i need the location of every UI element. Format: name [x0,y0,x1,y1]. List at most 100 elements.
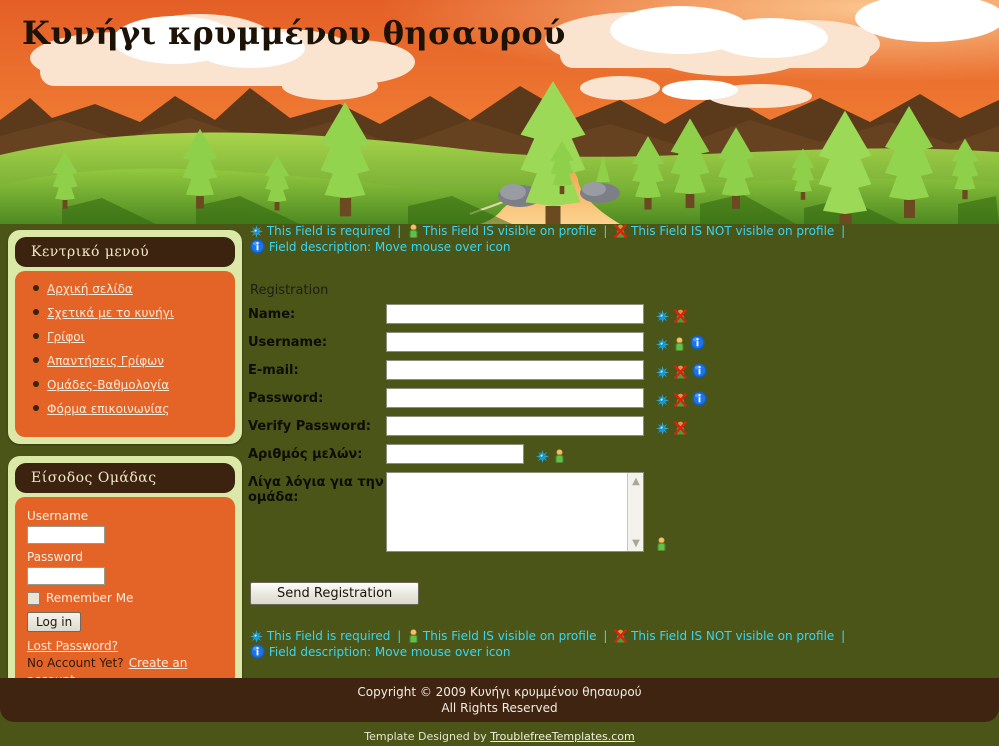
field-row-member-count: Αριθμός μελών: [248,444,999,464]
login-panel-body: Username Password Remember Me Log in Los… [15,497,235,700]
list-item[interactable]: Γρίφοι [33,329,225,344]
legend-not-visible: This Field IS NOT visible on profile [614,224,838,238]
email-field[interactable] [386,360,644,380]
info-icon[interactable] [692,363,707,378]
list-item[interactable]: Απαντήσεις Γρίφων [33,353,225,368]
visible-person-icon [408,224,419,238]
remember-me-row[interactable]: Remember Me [27,591,225,605]
credit-prefix: Template Designed by [364,730,487,743]
member-count-label: Αριθμός μελών: [248,447,363,462]
password-input[interactable] [27,567,105,585]
legend-not-visible-text: This Field IS NOT visible on profile [631,629,835,643]
legend-separator: | [841,224,846,238]
required-star-icon [536,448,549,463]
login-panel: Είσοδος Ομάδας Username Password Remembe… [8,456,242,707]
team-description-textarea[interactable] [386,472,644,552]
team-description-field-icons [656,533,667,552]
legend-not-visible-text: This Field IS NOT visible on profile [631,224,835,238]
verify-password-input[interactable] [386,416,644,436]
password-input[interactable] [386,388,644,408]
login-button[interactable]: Log in [27,612,82,632]
legend-separator: | [397,629,402,643]
field-row-verify-password: Verify Password: [248,416,999,436]
legend-required-text: This Field is required [266,629,391,643]
username-label: Username [27,509,89,523]
sidebar-item-contact-form[interactable]: Φόρμα επικοινωνίας [47,402,169,416]
chevron-up-icon[interactable]: ▲ [628,473,644,489]
sidebar-item-riddles[interactable]: Γρίφοι [47,330,85,344]
list-item[interactable]: Φόρμα επικοινωνίας [33,401,225,416]
username-field-icons [656,332,705,351]
header-banner: Κυνήγι κρυμμένου θησαυρού [0,0,999,224]
lost-password-link[interactable]: Lost Password? [27,639,118,653]
copyright-line-2: All Rights Reserved [441,701,558,715]
legend-visible-text: This Field IS visible on profile [422,629,597,643]
name-field-icons [656,304,687,323]
password-label: Password: [248,391,324,406]
visible-person-icon [674,336,685,350]
legend-separator: | [603,224,608,238]
send-registration-button[interactable]: Send Registration [250,582,420,605]
required-star-icon [250,225,263,238]
not-visible-icon [614,224,628,238]
legend-description: Field description: Move mouse over icon [250,239,510,254]
required-star-icon [656,420,669,435]
menu-panel-title: Κεντρικό μενού [15,237,235,267]
legend-separator: | [603,629,608,643]
remember-me-label: Remember Me [46,591,134,605]
email-label: E-mail: [248,363,299,378]
field-row-name: Name: [248,304,999,324]
legend-visible: This Field IS visible on profile [408,629,600,643]
login-panel-title: Είσοδος Ομάδας [15,463,235,493]
info-icon[interactable] [692,391,707,406]
remember-me-checkbox[interactable] [27,591,40,605]
required-star-icon [656,308,669,323]
required-star-icon [656,364,669,379]
list-item[interactable]: Σχετικά με το κυνήγι [33,305,225,320]
member-count-field-icons [536,444,565,463]
sidebar-item-home[interactable]: Αρχική σελίδα [47,282,133,296]
list-item[interactable]: Ομάδες-Βαθμολογία [33,377,225,392]
sidebar-item-teams-scores[interactable]: Ομάδες-Βαθμολογία [47,378,169,392]
legend-required: This Field is required [250,629,394,643]
member-count-input[interactable] [386,444,524,464]
legend-description: Field description: Move mouse over icon [250,644,511,659]
name-input[interactable] [386,304,644,324]
not-visible-icon [674,308,687,323]
footer: Copyright © 2009 Κυνήγι κρυμμένου θησαυρ… [0,678,999,722]
name-label: Name: [248,307,296,322]
sidebar: Κεντρικό μενού Αρχική σελίδα Σχετικά με … [8,230,242,719]
team-description-label: Λίγα λόγια για την ομάδα: [248,475,384,505]
template-credit-link[interactable]: TroublefreeTemplates.com [490,730,635,743]
field-row-username: Username: [248,332,999,352]
not-visible-icon [674,420,687,435]
page-title: Κυνήγι κρυμμένου θησαυρού [22,14,566,52]
legend-visible: This Field IS visible on profile [408,224,600,238]
email-field-icons [656,360,707,379]
legend-bottom: This Field is required | This Field IS v… [248,627,999,660]
menu-panel: Κεντρικό μενού Αρχική σελίδα Σχετικά με … [8,230,242,444]
page-root: Κυνήγι κρυμμένου θησαυρού Κεντρικό μενού… [0,0,999,746]
textarea-scrollbar[interactable]: ▲ ▼ [627,473,643,551]
legend-required: This Field is required [250,224,394,238]
info-icon [250,239,265,254]
menu-panel-body: Αρχική σελίδα Σχετικά με το κυνήγι Γρίφο… [15,271,235,437]
info-icon[interactable] [690,335,705,350]
legend-top: This Field is required | This Field IS v… [248,222,999,255]
chevron-down-icon[interactable]: ▼ [628,535,644,551]
username-input[interactable] [27,526,105,544]
legend-separator: | [397,224,402,238]
not-visible-icon [674,364,687,379]
not-visible-icon [674,392,687,407]
sidebar-item-riddle-answers[interactable]: Απαντήσεις Γρίφων [47,354,164,368]
legend-description-text: Field description: Move mouse over icon [268,645,511,659]
no-account-text: No Account Yet? [27,656,124,670]
list-item[interactable]: Αρχική σελίδα [33,281,225,296]
password-field-icons [656,388,707,407]
username-input[interactable] [386,332,644,352]
registration-heading: Registration [250,283,329,298]
field-row-password: Password: [248,388,999,408]
sidebar-item-about[interactable]: Σχετικά με το κυνήγι [47,306,174,320]
visible-person-icon [554,448,565,462]
legend-visible-text: This Field IS visible on profile [422,224,597,238]
